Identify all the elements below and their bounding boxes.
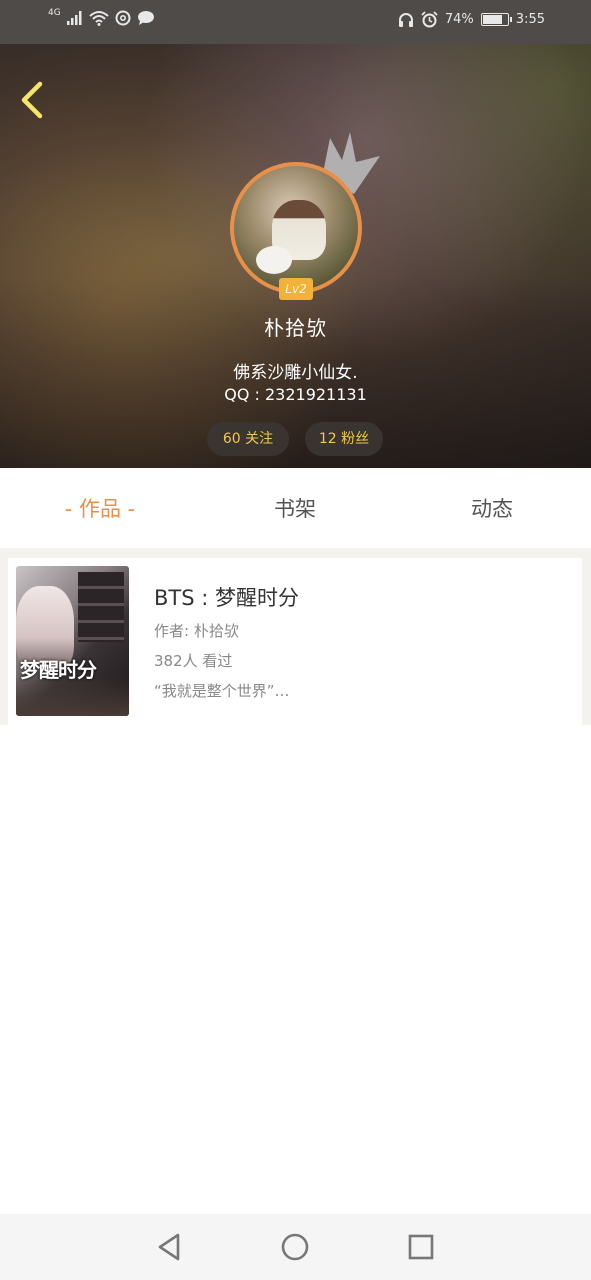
clock: 3:55: [515, 12, 545, 27]
qq-number: QQ : 2321921131: [224, 385, 367, 404]
status-bar: 4G 74% 3:55: [0, 0, 591, 44]
chevron-left-icon[interactable]: [16, 80, 46, 120]
book-intro: “我就是整个世界”…: [154, 682, 290, 700]
wifi-icon: [89, 11, 109, 26]
signal-icon: [66, 11, 82, 25]
status-left: 4G: [48, 8, 155, 26]
signature: 佛系沙雕小仙女.: [233, 363, 358, 383]
status-right: 74% 3:55: [398, 11, 545, 28]
cover-title: 梦醒时分: [20, 658, 97, 682]
book-author: 作者: 朴拾欤: [154, 622, 239, 640]
battery-icon: [480, 13, 512, 26]
nickname: 朴拾欤: [264, 316, 327, 340]
battery-percent: 74%: [444, 12, 474, 27]
book-views: 382人 看过: [154, 652, 233, 670]
book-cover[interactable]: 梦醒时分: [16, 566, 129, 716]
following-count-button[interactable]: 60 关注: [207, 422, 289, 456]
avatar[interactable]: [230, 162, 362, 294]
profile-header: Lv2 朴拾欤 佛系沙雕小仙女. QQ : 2321921131 60 关注 1…: [0, 44, 591, 468]
fans-count-button[interactable]: 12 粉丝: [305, 422, 383, 456]
tab-works[interactable]: - 作品 -: [30, 468, 170, 548]
network-type: 4G: [48, 8, 61, 18]
netease-music-icon: [115, 10, 131, 26]
recents-square-icon[interactable]: [404, 1230, 438, 1264]
works-list: 梦醒时分 BTS : 梦醒时分 作者: 朴拾欤 382人 看过 “我就是整个世界…: [0, 548, 591, 1214]
back-triangle-icon[interactable]: [152, 1230, 186, 1264]
message-icon: [137, 11, 154, 25]
level-badge: Lv2: [279, 278, 313, 300]
home-circle-icon[interactable]: [278, 1230, 312, 1264]
avatar-image: [230, 162, 362, 294]
system-nav-bar: [0, 1214, 591, 1280]
alarm-icon: [421, 11, 438, 28]
headphones-icon: [398, 12, 413, 27]
tab-moments[interactable]: 动态: [437, 468, 547, 548]
tab-bookshelf[interactable]: 书架: [240, 468, 350, 548]
book-title: BTS : 梦醒时分: [154, 586, 299, 610]
tab-bar: - 作品 - 书架 动态: [0, 468, 591, 548]
list-item[interactable]: 梦醒时分 BTS : 梦醒时分 作者: 朴拾欤 382人 看过 “我就是整个世界…: [8, 558, 582, 725]
